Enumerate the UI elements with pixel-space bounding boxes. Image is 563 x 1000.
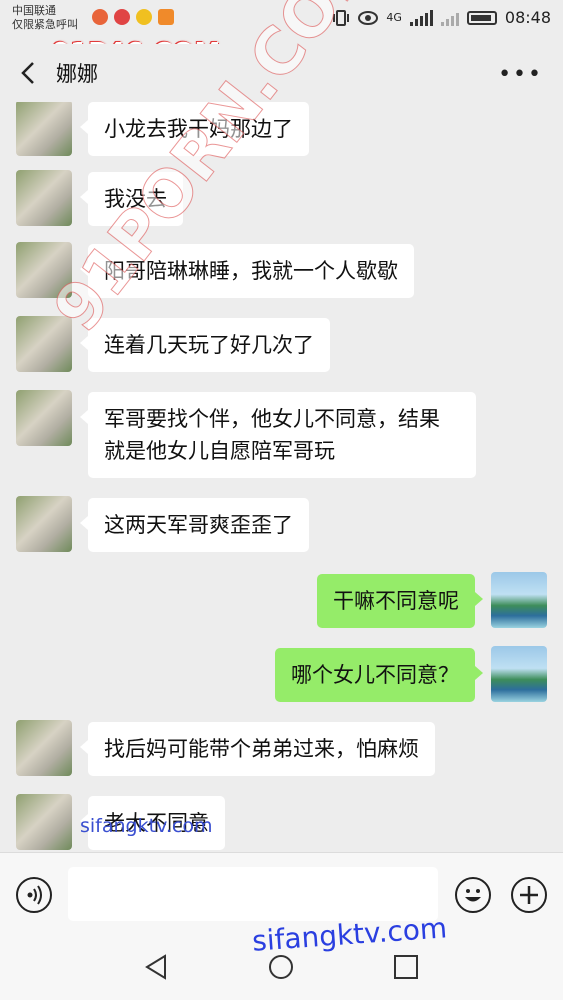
- avatar[interactable]: [491, 572, 547, 628]
- message-bubble[interactable]: 这两天军哥爽歪歪了: [80, 498, 309, 552]
- eye-icon: [358, 10, 379, 25]
- message-bubble[interactable]: 找后妈可能带个弟弟过来，怕麻烦: [80, 722, 435, 776]
- carrier-name: 中国联通: [12, 4, 56, 17]
- status-app-icons: [92, 9, 174, 25]
- avatar[interactable]: [16, 102, 72, 156]
- video-icon: [158, 9, 174, 25]
- network-type: 4G: [386, 11, 402, 24]
- chevron-left-icon[interactable]: [16, 60, 42, 86]
- nav-recents-icon[interactable]: [393, 954, 419, 980]
- map-pin-icon: [114, 9, 130, 25]
- message-list[interactable]: 小龙去我干妈那边了 我没去 阳哥陪琳琳睡，我就一个人歇歇 连着几天玩了好几次了 …: [0, 102, 563, 852]
- message-bubble[interactable]: 干嘛不同意呢: [317, 574, 483, 628]
- avatar[interactable]: [491, 646, 547, 702]
- battery-icon: [466, 10, 497, 25]
- plus-icon[interactable]: [511, 877, 547, 913]
- more-dots-icon[interactable]: •••: [498, 62, 543, 87]
- emoji-icon[interactable]: [455, 877, 491, 913]
- carrier-emergency: 仅限紧急呼叫: [12, 18, 78, 31]
- voice-icon[interactable]: [16, 877, 52, 913]
- status-indicators: 4G 08:48: [332, 8, 551, 27]
- carrier-info: 中国联通 仅限紧急呼叫: [12, 4, 78, 32]
- message-bubble[interactable]: 哪个女儿不同意？: [275, 648, 483, 702]
- chat-title: 娜娜: [56, 62, 98, 86]
- avatar[interactable]: [16, 316, 72, 372]
- nav-home-icon[interactable]: [268, 954, 294, 980]
- nav-back-icon[interactable]: [143, 954, 169, 980]
- message-input[interactable]: [68, 867, 438, 921]
- watermark-inline: sifangktv.com: [80, 815, 213, 837]
- avatar[interactable]: [16, 496, 72, 552]
- signal-icon: [409, 9, 433, 26]
- avatar[interactable]: [16, 170, 72, 226]
- avatar[interactable]: [16, 794, 72, 850]
- app-icon: [136, 9, 152, 25]
- message-bubble[interactable]: 连着几天玩了好几次了: [80, 318, 330, 372]
- signal-icon-secondary: [440, 10, 459, 26]
- status-time: 08:48: [504, 8, 551, 27]
- avatar[interactable]: [16, 390, 72, 446]
- weibo-icon: [92, 9, 108, 25]
- message-bubble[interactable]: 军哥要找个伴，他女儿不同意，结果就是他女儿自愿陪军哥玩: [80, 392, 476, 478]
- avatar[interactable]: [16, 720, 72, 776]
